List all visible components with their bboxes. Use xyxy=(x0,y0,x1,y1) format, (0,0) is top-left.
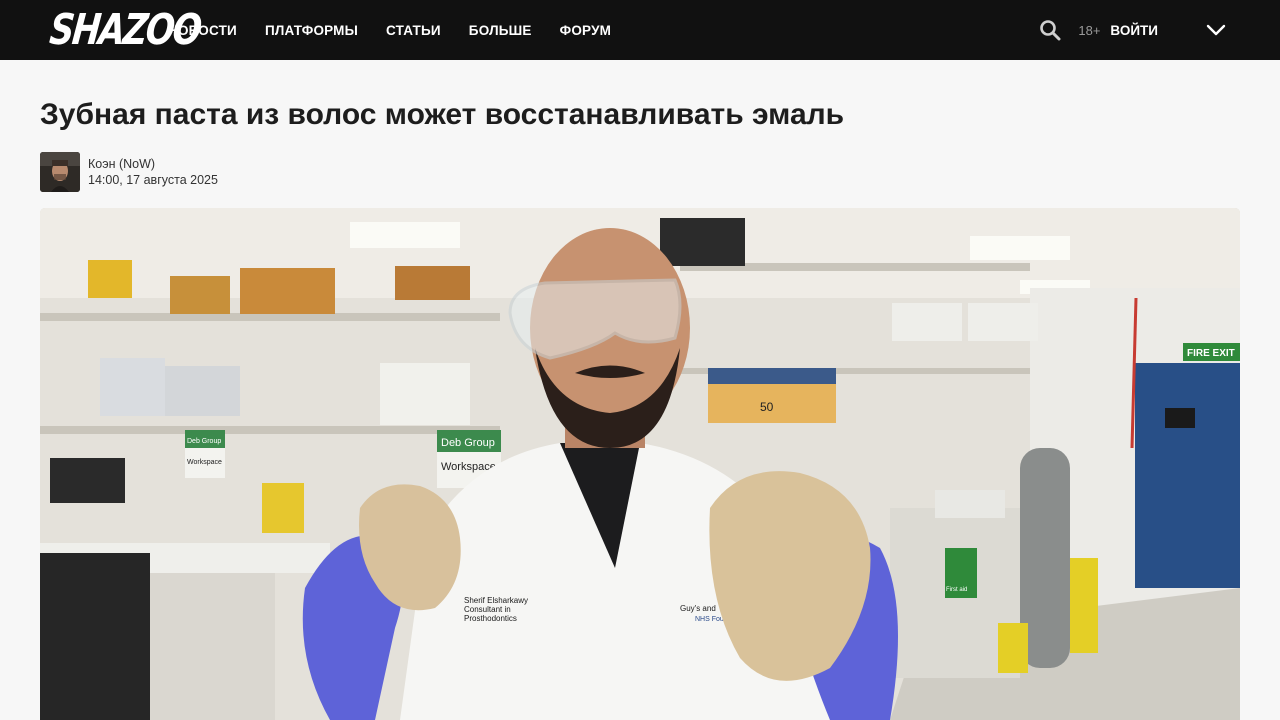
box-label: 50 xyxy=(760,400,774,414)
ceiling-light xyxy=(970,236,1070,260)
coat-org-line2: NHS Fou xyxy=(695,616,724,623)
yellow-box xyxy=(88,260,132,298)
login-button[interactable]: ВОЙТИ xyxy=(1110,23,1158,38)
age-rating-badge: 18+ xyxy=(1078,22,1101,38)
coat-name-line1: Sherif Elsharkawy xyxy=(464,596,528,605)
author-block: Коэн (NoW) 14:00, 17 августа 2025 xyxy=(40,152,218,192)
publish-date: 14:00, 17 августа 2025 xyxy=(88,173,218,187)
nav-item-more[interactable]: БОЛЬШЕ xyxy=(469,23,532,38)
article-title: Зубная паста из волос может восстанавлив… xyxy=(40,98,845,131)
coat-name-line3: Prosthodontics xyxy=(464,614,517,623)
search-button[interactable] xyxy=(1038,18,1062,42)
author-meta: Коэн (NoW) 14:00, 17 августа 2025 xyxy=(88,156,218,188)
coat-org-line1: Guy's and xyxy=(680,604,716,613)
ceiling-light xyxy=(350,222,460,248)
sign-right-line1: Deb Group xyxy=(441,437,495,449)
header-tools: 18+ ВОЙТИ xyxy=(1038,0,1226,60)
nav-item-platforms[interactable]: ПЛАТФОРМЫ xyxy=(265,23,358,38)
sign-left-line2: Workspace xyxy=(187,459,222,466)
top-navigation-bar: SHAZOO НОВОСТИ ПЛАТФОРМЫ СТАТЬИ БОЛЬШЕ Ф… xyxy=(0,0,1280,60)
door xyxy=(1135,363,1240,588)
main-nav: НОВОСТИ ПЛАТФОРМЫ СТАТЬИ БОЛЬШЕ ФОРУМ xyxy=(168,0,639,60)
author-avatar[interactable] xyxy=(40,152,80,192)
first-aid-text: First aid xyxy=(946,587,967,593)
nav-item-articles[interactable]: СТАТЬИ xyxy=(386,23,441,38)
nav-item-news[interactable]: НОВОСТИ xyxy=(168,23,237,38)
exit-sign-text: FIRE EXIT xyxy=(1187,348,1235,359)
avatar-image xyxy=(40,152,80,192)
chevron-down-icon xyxy=(1206,24,1226,36)
sign-left-line1: Deb Group xyxy=(187,438,221,445)
nav-item-forum[interactable]: ФОРУМ xyxy=(560,23,612,38)
menu-dropdown-button[interactable] xyxy=(1204,21,1228,39)
search-icon xyxy=(1040,20,1061,41)
author-name[interactable]: Коэн (NoW) xyxy=(88,156,218,172)
coat-name-line2: Consultant in xyxy=(464,605,511,614)
article-hero-image: FIRE EXIT Deb Group Workspace Deb Group … xyxy=(40,208,1240,720)
lab-photo: FIRE EXIT Deb Group Workspace Deb Group … xyxy=(40,208,1240,720)
